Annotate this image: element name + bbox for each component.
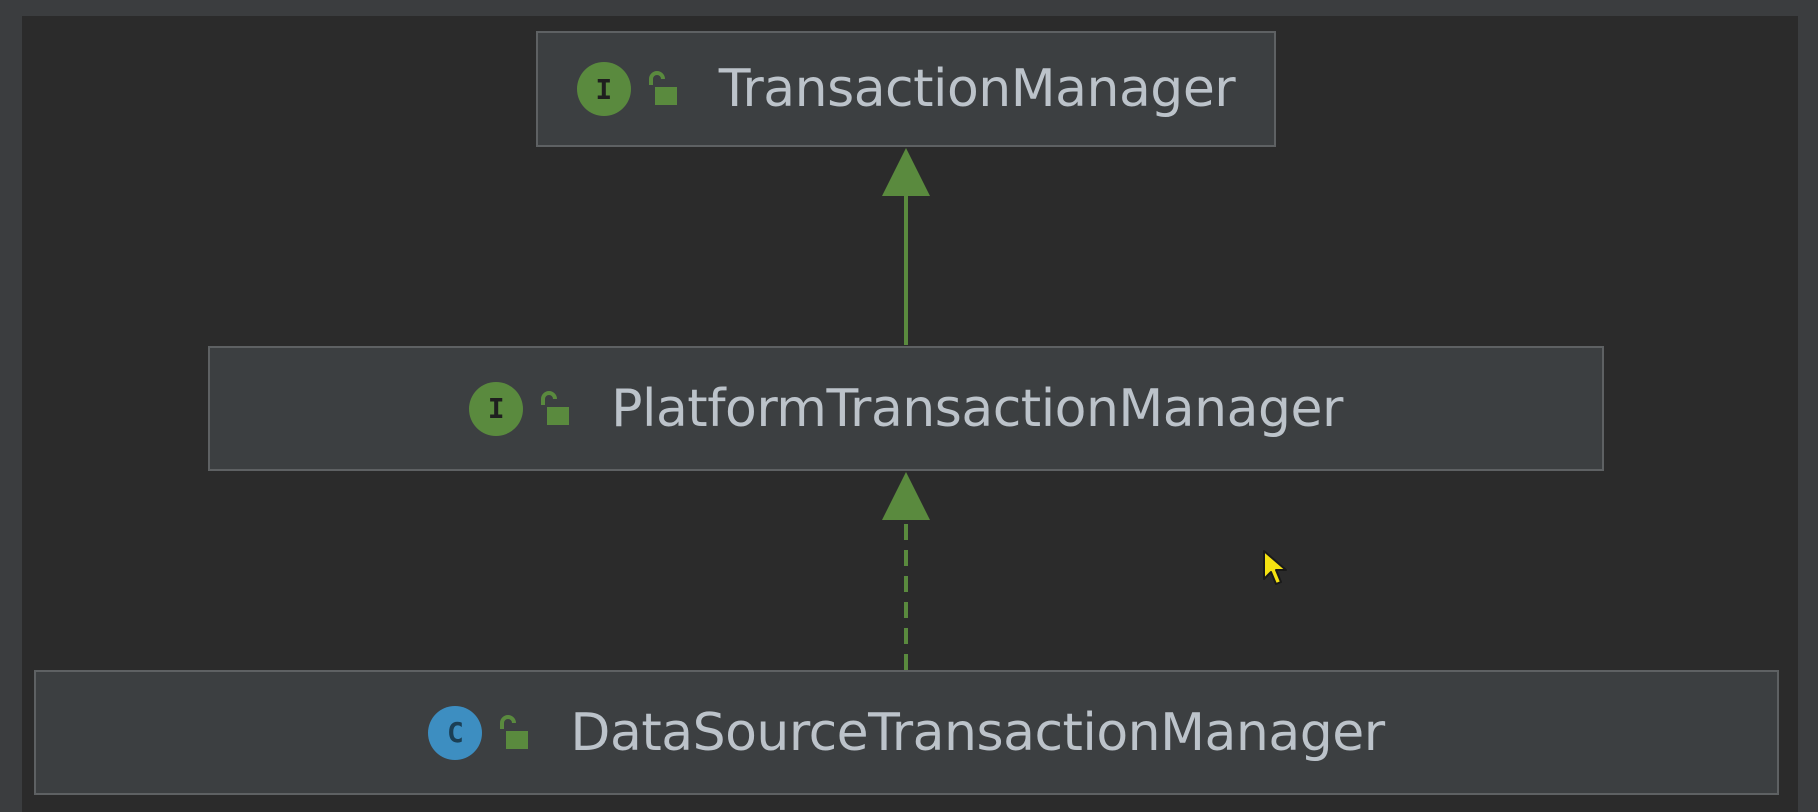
node-name: TransactionManager xyxy=(718,59,1236,119)
class-icon: C xyxy=(428,705,483,760)
node-datasource-transaction-manager[interactable]: C DataSourceTransactionManager xyxy=(34,670,1779,795)
unlocked-public-icon xyxy=(500,714,529,749)
unlocked-public-icon xyxy=(648,71,677,105)
interface-icon: I xyxy=(469,381,524,436)
node-name: DataSourceTransactionManager xyxy=(570,702,1385,763)
interface-icon: I xyxy=(576,62,631,116)
mouse-pointer-icon xyxy=(1263,550,1287,585)
node-transaction-manager[interactable]: I TransactionManager xyxy=(536,31,1276,147)
unlocked-public-icon xyxy=(541,390,570,425)
node-name: PlatformTransactionManager xyxy=(611,378,1343,439)
node-platform-transaction-manager[interactable]: I PlatformTransactionManager xyxy=(208,346,1604,471)
